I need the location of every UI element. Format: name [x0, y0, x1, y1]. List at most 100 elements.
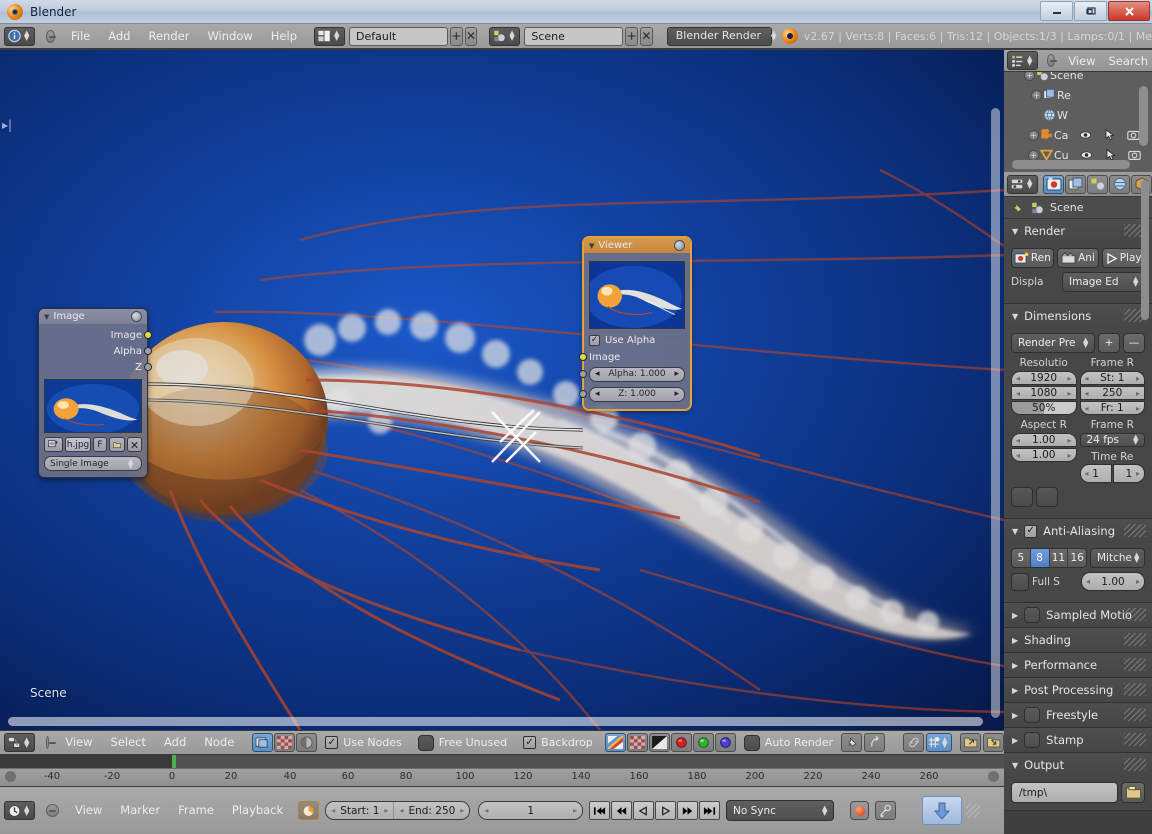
- panel-shading-header[interactable]: ▶ Shading: [1004, 628, 1152, 652]
- panel-dimensions-header[interactable]: ▼ Dimensions: [1004, 304, 1152, 328]
- backdrop-checkbox[interactable]: ✓: [523, 736, 537, 749]
- backdrop-toggle[interactable]: ✓ Backdrop: [523, 736, 593, 749]
- spinner-arrows-icon[interactable]: ▲ ▼: [942, 736, 950, 748]
- close-button[interactable]: [1108, 1, 1150, 21]
- framerate-dropdown[interactable]: 24 fps ▲ ▼: [1079, 433, 1145, 447]
- editor-type-selector-node[interactable]: ▲ ▼: [4, 733, 35, 752]
- full-sample-checkbox[interactable]: [1011, 572, 1029, 591]
- end-frame-field[interactable]: ◂ End: 250 ▸: [394, 802, 470, 819]
- texture-icon[interactable]: [274, 733, 296, 752]
- unlink-icon[interactable]: [127, 437, 142, 452]
- timeline-track[interactable]: -40 -20 0 20 40 60 80 100 120 140 160 18…: [0, 755, 1004, 786]
- menu-window[interactable]: Window: [198, 24, 261, 49]
- menu-help[interactable]: Help: [262, 24, 306, 49]
- increment-arrow-icon[interactable]: ▸: [1067, 389, 1071, 398]
- paste-icon[interactable]: [983, 733, 1004, 752]
- canvas-vertical-scrollbar[interactable]: [991, 108, 1000, 718]
- snap-icon[interactable]: ▲ ▼: [926, 733, 952, 752]
- play-render-button[interactable]: Play: [1102, 248, 1146, 268]
- increment-arrow-icon[interactable]: ▸: [1136, 577, 1140, 586]
- start-frame-field[interactable]: ◂ Start: 1 ▸: [326, 802, 395, 819]
- bw-channel-icon[interactable]: [648, 733, 670, 752]
- fake-user-button[interactable]: F: [93, 437, 107, 452]
- decrement-arrow-icon[interactable]: ◂: [331, 806, 335, 815]
- spinner-arrows-icon[interactable]: ▲ ▼: [509, 30, 517, 42]
- image-node[interactable]: ▼ Image Image Alpha Z h.jpg F Single Ima…: [38, 308, 152, 478]
- expander-icon[interactable]: +: [1031, 89, 1042, 101]
- image-source-dropdown[interactable]: Single Image ▲ ▼: [44, 456, 142, 471]
- frame-start-field[interactable]: ◂ St: 1 ▸: [1079, 371, 1145, 385]
- node-menu-add[interactable]: Add: [155, 730, 195, 755]
- render-engine-dropdown[interactable]: Blender Render ▲ ▼: [666, 26, 776, 46]
- increment-arrow-icon[interactable]: ▸: [384, 806, 388, 815]
- panel-stamp-header[interactable]: ▶ Stamp: [1004, 728, 1152, 752]
- blue-channel-icon[interactable]: [714, 733, 736, 752]
- play-icon[interactable]: [655, 801, 676, 820]
- editor-type-selector-timeline[interactable]: ▲ ▼: [4, 801, 35, 820]
- expander-icon[interactable]: +: [1024, 72, 1035, 81]
- panel-freestyle-header[interactable]: ▶ Freestyle: [1004, 703, 1152, 727]
- frame-step-field[interactable]: ◂ Fr: 1 ▸: [1079, 401, 1145, 415]
- decrement-arrow-icon[interactable]: ◂: [484, 806, 488, 815]
- output-socket-z[interactable]: Z: [44, 359, 152, 375]
- collapse-triangle-icon[interactable]: ▼: [44, 313, 49, 321]
- socket-z-icon[interactable]: [579, 390, 587, 398]
- resolution-x-field[interactable]: ◂ 1920 ▸: [1011, 371, 1077, 385]
- add-screen-button[interactable]: +: [449, 26, 463, 46]
- remove-preset-button[interactable]: —: [1123, 333, 1145, 353]
- minimize-button[interactable]: [1040, 1, 1073, 21]
- crop-toggle[interactable]: [1036, 487, 1058, 507]
- timeline-ruler[interactable]: -40 -20 0 20 40 60 80 100 120 140 160 18…: [0, 768, 1004, 786]
- outliner-tree[interactable]: + Scene + Re W + Ca + Cu: [1004, 72, 1152, 172]
- viewer-use-alpha-row[interactable]: ✓ Use Alpha: [589, 335, 685, 346]
- increment-arrow-icon[interactable]: ▸: [1067, 374, 1071, 383]
- time-remap-new-field[interactable]: 1 ▸: [1112, 464, 1145, 483]
- node-preview-toggle-icon[interactable]: [674, 240, 685, 251]
- increment-arrow-icon[interactable]: ▸: [1067, 436, 1071, 445]
- decrement-arrow-icon[interactable]: ◂: [399, 806, 403, 815]
- delete-scene-button[interactable]: ✕: [639, 26, 653, 46]
- timeline-menu-marker[interactable]: Marker: [111, 798, 169, 823]
- decrement-arrow-icon[interactable]: ◂: [1016, 389, 1020, 398]
- use-nodes-checkbox[interactable]: ✓: [325, 736, 339, 749]
- panel-performance-header[interactable]: ▶ Performance: [1004, 653, 1152, 677]
- expand-triangle-icon[interactable]: ▶: [1012, 736, 1018, 745]
- node-preview-toggle-icon[interactable]: [131, 311, 142, 322]
- ruler-scroll-right-knob[interactable]: [988, 771, 999, 782]
- free-unused-toggle[interactable]: Free Unused: [417, 734, 507, 751]
- copy-icon[interactable]: [960, 733, 981, 752]
- delete-screen-button[interactable]: ✕: [464, 26, 478, 46]
- record-icon[interactable]: [850, 801, 869, 820]
- aa-samples-8[interactable]: 8: [1030, 549, 1050, 567]
- expand-triangle-icon[interactable]: ▶: [1012, 686, 1018, 695]
- aa-filter-dropdown[interactable]: Mitche ▲ ▼: [1090, 548, 1145, 568]
- increment-arrow-icon[interactable]: ▸: [460, 806, 464, 815]
- outliner-row-world[interactable]: W: [1004, 105, 1152, 125]
- collapse-triangle-icon[interactable]: ▼: [589, 242, 594, 250]
- increment-arrow-icon[interactable]: ▸: [1136, 469, 1140, 478]
- canvas-horizontal-scrollbar[interactable]: [8, 717, 983, 726]
- scene-name-field[interactable]: Scene: [524, 26, 624, 46]
- play-reverse-icon[interactable]: [633, 801, 654, 820]
- link-icon[interactable]: [903, 733, 924, 752]
- increment-arrow-icon[interactable]: ▸: [1136, 389, 1140, 398]
- free-unused-checkbox[interactable]: [417, 734, 434, 751]
- input-socket-z[interactable]: ◂ Z: 1.000 ▸: [579, 385, 685, 403]
- slider-left-arrow-icon[interactable]: ◂: [595, 369, 600, 379]
- aa-samples-16[interactable]: 16: [1068, 549, 1086, 567]
- auto-render-checkbox[interactable]: [743, 734, 760, 751]
- render-image-button[interactable]: Ren: [1011, 248, 1054, 268]
- anti-aliasing-checkbox[interactable]: ✓: [1024, 524, 1038, 538]
- render-animation-button[interactable]: Ani: [1056, 248, 1100, 268]
- editor-type-selector-properties[interactable]: ▲ ▼: [1007, 174, 1038, 194]
- timeline-menu-view[interactable]: View: [66, 798, 111, 823]
- increment-arrow-icon[interactable]: ▸: [573, 806, 577, 815]
- aspect-x-field[interactable]: ◂ 1.00 ▸: [1011, 433, 1077, 447]
- screen-layout-selector[interactable]: ▲ ▼: [314, 26, 345, 46]
- freestyle-checkbox[interactable]: [1024, 707, 1041, 723]
- decrement-arrow-icon[interactable]: ◂: [1085, 374, 1089, 383]
- outliner-row-scene[interactable]: + Scene: [1004, 72, 1152, 85]
- decrement-arrow-icon[interactable]: ◂: [1016, 374, 1020, 383]
- collapse-triangle-icon[interactable]: ▼: [1012, 227, 1018, 236]
- spinner-arrows-icon[interactable]: ▲ ▼: [334, 30, 342, 42]
